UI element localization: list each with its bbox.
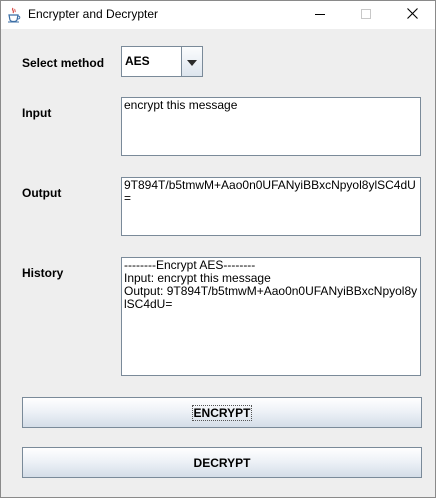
select-method-label: Select method [22,56,105,70]
maximize-button [343,1,389,29]
close-icon [406,8,418,22]
output-textarea[interactable]: 9T894T/b5tmwM+Aao0n0UFANyiBBxcNpyol8ylSC… [121,177,421,236]
method-select[interactable]: AES [121,46,203,77]
title-bar[interactable]: Encrypter and Decrypter [1,1,435,29]
history-textarea[interactable]: --------Encrypt AES-------- Input: encry… [121,257,421,376]
minimize-icon [315,8,325,22]
window-title: Encrypter and Decrypter [28,7,159,21]
chevron-down-icon [187,55,197,69]
decrypt-button-label: DECRYPT [193,455,251,470]
decrypt-button[interactable]: DECRYPT [22,447,422,478]
encrypt-button[interactable]: ENCRYPT [22,397,422,428]
output-label: Output [22,186,62,200]
java-cup-icon [7,7,21,23]
method-select-value: AES [125,54,150,68]
maximize-icon [361,8,371,22]
app-window: Encrypter and Decrypter Select method AE… [0,0,436,498]
minimize-button[interactable] [297,1,343,29]
close-button[interactable] [389,1,435,29]
input-textarea[interactable]: encrypt this message [121,97,421,156]
input-label: Input [22,106,52,120]
encrypt-button-label: ENCRYPT [191,404,253,421]
method-dropdown-button[interactable] [181,47,202,76]
history-label: History [22,266,64,280]
